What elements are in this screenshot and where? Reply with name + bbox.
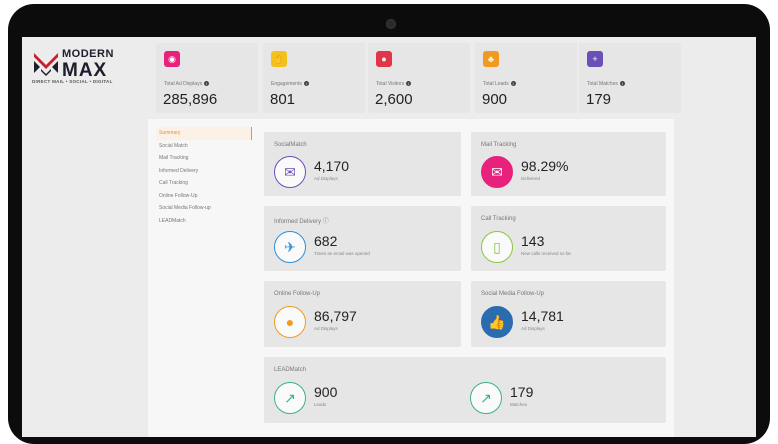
card-subtitle: Ad Displays bbox=[314, 326, 338, 331]
stat-card-visitors[interactable]: ● Total Visitors i 2,600 bbox=[368, 43, 470, 113]
nav-item-social-media-follow-up[interactable]: Social Media Follow-up bbox=[156, 202, 252, 215]
stat-card-leads[interactable]: ♣ Total Leads i 900 bbox=[475, 43, 577, 113]
thumbs-up-icon: 👍 bbox=[481, 306, 513, 338]
card-value: 143 bbox=[521, 233, 545, 249]
nav-item-call-tracking[interactable]: Call Tracking bbox=[156, 177, 252, 190]
nav-item-mail-tracking[interactable]: Mail Tracking bbox=[156, 152, 252, 165]
envelope-icon: ✉ bbox=[481, 156, 513, 188]
stat-label: Total Matches i bbox=[587, 81, 625, 87]
card-socialmatch[interactable]: SocialMatch ✉ 4,170 Ad Displays bbox=[264, 132, 461, 196]
leads-value: 900 bbox=[314, 384, 338, 400]
stat-card-matches[interactable]: + Total Matches i 179 bbox=[579, 43, 681, 113]
card-subtitle: Times an email was opened bbox=[314, 251, 370, 256]
info-icon: i bbox=[510, 81, 516, 87]
card-informed-delivery[interactable]: Informed Delivery ⓘ ✈ 682 Times an email… bbox=[264, 206, 461, 271]
card-title: LEADMatch bbox=[274, 367, 307, 373]
trend-plus-icon: ↗ bbox=[470, 382, 502, 414]
card-value: 98.29% bbox=[521, 158, 569, 174]
card-subtitle: New calls received so far bbox=[521, 251, 572, 256]
stat-label: Engagements i bbox=[271, 81, 309, 87]
card-title: Informed Delivery ⓘ bbox=[274, 219, 329, 225]
stat-value: 179 bbox=[586, 91, 612, 108]
card-subtitle: Ad Displays bbox=[521, 326, 545, 331]
logo-mark-icon bbox=[34, 53, 58, 76]
card-leadmatch[interactable]: LEADMatch ↗ 900 Leads ↗ 179 Matches bbox=[264, 357, 666, 423]
matches-subtitle: Matches bbox=[510, 402, 528, 407]
card-title: Call Tracking bbox=[481, 216, 516, 222]
card-title: Online Follow-Up bbox=[274, 291, 321, 297]
card-value: 682 bbox=[314, 233, 338, 249]
stat-label: Total Leads i bbox=[483, 81, 516, 87]
card-value: 86,797 bbox=[314, 308, 357, 324]
hand-icon: ✋ bbox=[271, 51, 287, 67]
phone-icon: ▯ bbox=[481, 231, 513, 263]
dashboard-screen: MODERN MAX DIRECT MAIL • SOCIAL • DIGITA… bbox=[22, 37, 756, 437]
card-online-follow-up[interactable]: Online Follow-Up ● 86,797 Ad Displays bbox=[264, 281, 461, 347]
card-title: Mail Tracking bbox=[481, 142, 517, 148]
stat-card-ad-displays[interactable]: ◉ Total Ad Displays i 285,896 bbox=[156, 43, 258, 113]
logo-tagline: DIRECT MAIL • SOCIAL • DIGITAL bbox=[32, 79, 113, 84]
stat-label: Total Ad Displays i bbox=[164, 81, 210, 87]
info-icon: i bbox=[204, 81, 210, 87]
side-nav: Summary Social Match Mail Tracking Infor… bbox=[156, 127, 252, 227]
logo-wordmark: MODERN MAX bbox=[62, 48, 114, 81]
add-user-icon: + bbox=[587, 51, 603, 67]
matches-value: 179 bbox=[510, 384, 534, 400]
camera-dot bbox=[386, 19, 396, 29]
nav-item-informed-delivery[interactable]: Informed Delivery bbox=[156, 165, 252, 178]
card-value: 14,781 bbox=[521, 308, 564, 324]
logo-line1: MODERN bbox=[62, 48, 114, 60]
group-icon: ♣ bbox=[483, 51, 499, 67]
nav-item-online-follow-up[interactable]: Online Follow-Up bbox=[156, 190, 252, 203]
nav-item-social-match[interactable]: Social Match bbox=[156, 140, 252, 153]
info-icon: i bbox=[406, 81, 412, 87]
cursor-icon: ● bbox=[274, 306, 306, 338]
stat-value: 801 bbox=[270, 91, 296, 108]
info-icon: ⓘ bbox=[322, 219, 329, 225]
card-title: Social Media Follow-Up bbox=[481, 291, 545, 297]
stat-card-engagements[interactable]: ✋ Engagements i 801 bbox=[263, 43, 365, 113]
card-call-tracking[interactable]: Call Tracking ▯ 143 New calls received s… bbox=[471, 206, 666, 271]
delivery-icon: ✈ bbox=[274, 231, 306, 263]
stat-value: 900 bbox=[482, 91, 508, 108]
card-subtitle: Delivered bbox=[521, 176, 541, 181]
nav-item-leadmatch[interactable]: LEADMatch bbox=[156, 215, 252, 228]
card-subtitle: Ad Displays bbox=[314, 176, 338, 181]
nav-item-summary[interactable]: Summary bbox=[156, 127, 252, 140]
logo-line2: MAX bbox=[62, 60, 108, 81]
card-title: SocialMatch bbox=[274, 142, 307, 148]
trend-icon: ↗ bbox=[274, 382, 306, 414]
info-icon: i bbox=[619, 81, 625, 87]
stat-value: 285,896 bbox=[163, 91, 218, 108]
brand-logo[interactable]: MODERN MAX DIRECT MAIL • SOCIAL • DIGITA… bbox=[32, 45, 152, 85]
leads-subtitle: Leads bbox=[314, 402, 327, 407]
eye-icon: ◉ bbox=[164, 51, 180, 67]
card-social-media-follow-up[interactable]: Social Media Follow-Up 👍 14,781 Ad Displ… bbox=[471, 281, 666, 347]
card-mail-tracking[interactable]: Mail Tracking ✉ 98.29% Delivered bbox=[471, 132, 666, 196]
summary-panel: Summary Social Match Mail Tracking Infor… bbox=[148, 119, 674, 437]
stat-value: 2,600 bbox=[375, 91, 413, 108]
stat-label: Total Visitors i bbox=[376, 81, 412, 87]
info-icon: i bbox=[303, 81, 309, 87]
card-value: 4,170 bbox=[314, 158, 350, 174]
mail-card-icon: ✉ bbox=[274, 156, 306, 188]
user-icon: ● bbox=[376, 51, 392, 67]
